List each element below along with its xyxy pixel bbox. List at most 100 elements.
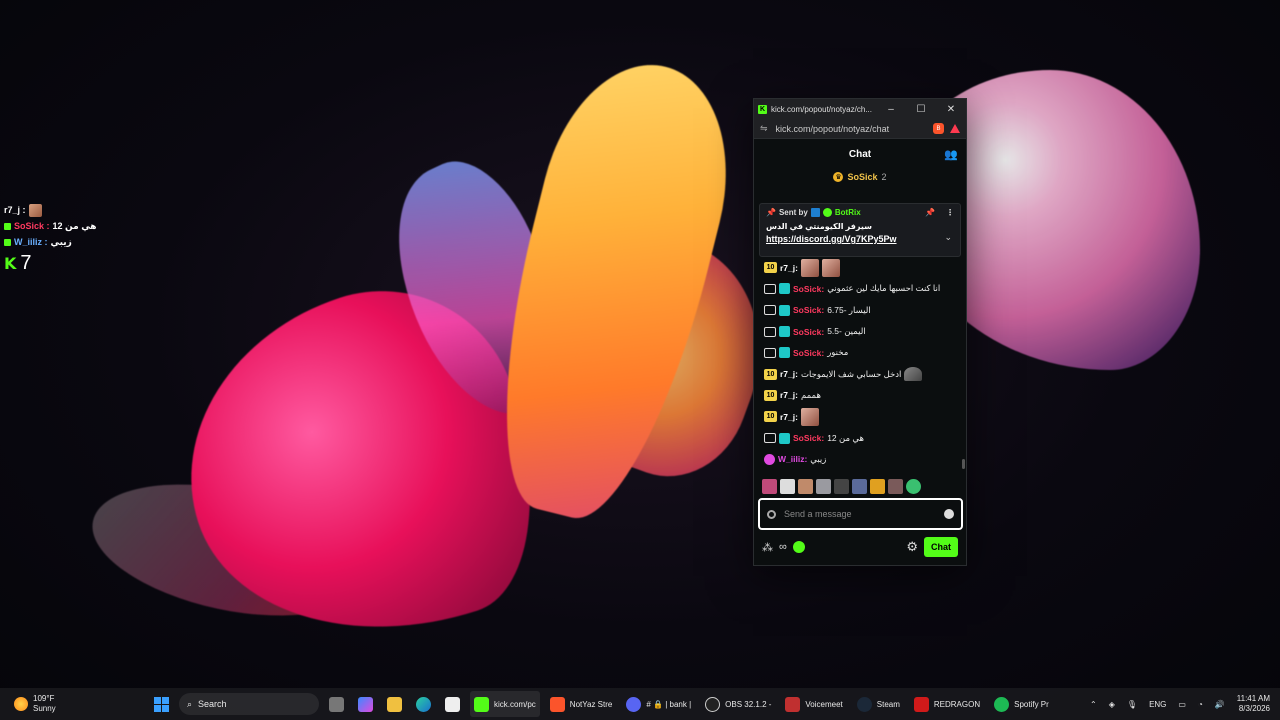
chat-header: Chat 👥 bbox=[754, 139, 966, 169]
address-bar[interactable]: ⇋ kick.com/popout/notyaz/chat B bbox=[754, 119, 966, 139]
emote-icon[interactable] bbox=[762, 479, 777, 494]
taskbar: 109°F Sunny ⌕ Search kick.com/pc NotYaz … bbox=[0, 688, 1280, 720]
message-input-box[interactable] bbox=[758, 498, 963, 530]
message-input[interactable] bbox=[784, 509, 944, 519]
send-chat-button[interactable]: Chat bbox=[924, 537, 958, 557]
chat-message[interactable]: 10 r7_j: bbox=[764, 257, 966, 278]
sub-badge-icon bbox=[779, 304, 790, 316]
voicemeeter-icon bbox=[785, 696, 801, 712]
taskbar-app-steam[interactable]: Steam bbox=[853, 691, 904, 717]
task-view-icon bbox=[329, 696, 344, 712]
emoji-icon[interactable] bbox=[944, 509, 954, 519]
kick-logo-icon: K bbox=[4, 254, 17, 273]
clock[interactable]: 11:41 AM 8/3/2026 bbox=[1237, 694, 1270, 715]
kick-icon bbox=[474, 696, 489, 712]
pinned-link[interactable]: https://discord.gg/Vg7KPy5Pw bbox=[766, 234, 954, 244]
chat-message[interactable]: 10 r7_j: ادخل حسابي شف الايموجات bbox=[764, 363, 966, 384]
maximize-button[interactable]: ☐ bbox=[906, 104, 936, 115]
chevron-down-icon[interactable]: ⌄ bbox=[944, 232, 952, 243]
more-options-icon[interactable]: ⋮ bbox=[946, 208, 954, 217]
emote-icon[interactable] bbox=[888, 479, 903, 494]
language-indicator[interactable]: ENG bbox=[1149, 700, 1166, 709]
windows-icon bbox=[154, 696, 169, 712]
chat-message[interactable]: SoSick: مخنور bbox=[764, 342, 966, 363]
chat-title: Chat bbox=[848, 148, 872, 160]
m365-icon bbox=[358, 696, 373, 712]
edge-icon bbox=[416, 696, 431, 712]
bot-badge-icon bbox=[810, 208, 820, 217]
tv-badge-icon bbox=[764, 326, 776, 337]
minimize-button[interactable]: – bbox=[876, 104, 906, 115]
bot-name[interactable]: BotRix bbox=[835, 208, 861, 217]
emote-icon[interactable] bbox=[780, 479, 795, 494]
taskbar-search[interactable]: ⌕ Search bbox=[179, 693, 319, 715]
chat-message[interactable]: SoSick: هي من 12 bbox=[764, 427, 966, 448]
volume-icon[interactable]: 🔊 bbox=[1215, 700, 1225, 709]
url-text[interactable]: kick.com/popout/notyaz/chat bbox=[776, 124, 933, 134]
top-gifter[interactable]: ♛ SoSick 2 bbox=[754, 169, 966, 185]
sub-badge-icon bbox=[764, 453, 775, 465]
network-icon[interactable]: ◈ bbox=[1109, 700, 1115, 709]
steam-icon bbox=[856, 696, 872, 712]
taskbar-app-redragon[interactable]: REDRAGON bbox=[910, 691, 984, 717]
emote-icon[interactable] bbox=[816, 479, 831, 494]
chat-scrollbar[interactable] bbox=[962, 459, 965, 469]
unpin-icon[interactable]: 📌 bbox=[925, 208, 935, 217]
emote-icon bbox=[904, 367, 923, 382]
emote-icon[interactable] bbox=[798, 479, 813, 494]
obs-icon bbox=[705, 696, 721, 712]
explorer-button[interactable] bbox=[383, 691, 406, 717]
chevron-up-icon[interactable]: ⌃ bbox=[1090, 700, 1097, 709]
chat-footer: ⁂ ∞ ⚙ Chat bbox=[754, 535, 966, 559]
taskbar-app-discord[interactable]: # 🔒 | bank | bbox=[622, 691, 695, 717]
start-button[interactable] bbox=[150, 691, 173, 717]
infinity-icon[interactable]: ∞ bbox=[779, 541, 787, 553]
sub-badge-icon bbox=[779, 432, 790, 444]
brave-rewards-icon[interactable] bbox=[950, 124, 960, 133]
sun-icon bbox=[14, 697, 28, 711]
emote-icon[interactable] bbox=[906, 479, 921, 494]
pinned-text: سيرفر الكيومنتي في الدس bbox=[766, 222, 872, 231]
emote-icon[interactable] bbox=[834, 479, 849, 494]
taskbar-app-voicemeeter[interactable]: Voicemeet bbox=[781, 691, 846, 717]
sub-badge-icon bbox=[779, 326, 790, 338]
window-titlebar[interactable]: K kick.com/popout/notyaz/ch... – ☐ ✕ bbox=[754, 99, 966, 119]
chat-message[interactable]: SoSick: انا كنت احسبها مايك لين عثموني bbox=[764, 278, 966, 299]
emote-icon bbox=[28, 203, 42, 217]
sub-badge-icon bbox=[779, 347, 790, 359]
search-icon: ⌕ bbox=[187, 698, 193, 709]
quick-emote-bar bbox=[762, 479, 921, 494]
task-view-button[interactable] bbox=[325, 691, 348, 717]
site-settings-icon[interactable]: ⇋ bbox=[760, 123, 768, 134]
weather-widget[interactable]: 109°F Sunny bbox=[0, 694, 150, 713]
chat-popout-window: K kick.com/popout/notyaz/ch... – ☐ ✕ ⇋ k… bbox=[753, 98, 967, 566]
m365-button[interactable] bbox=[354, 691, 377, 717]
display-icon[interactable]: ▭ bbox=[1178, 700, 1186, 709]
brave-shields-icon[interactable]: B bbox=[933, 123, 944, 134]
users-icon[interactable]: 👥 bbox=[944, 148, 958, 161]
tv-badge-icon bbox=[764, 305, 776, 316]
verified-icon bbox=[822, 208, 832, 217]
wifi-icon[interactable]: ◔ bbox=[1198, 700, 1203, 709]
edge-button[interactable] bbox=[412, 691, 435, 717]
tv-badge-icon bbox=[764, 433, 776, 444]
kick-emote-icon[interactable] bbox=[792, 541, 805, 553]
gear-icon[interactable]: ⚙ bbox=[906, 539, 918, 555]
taskbar-app-obs[interactable]: OBS 32.1.2 - bbox=[701, 691, 775, 717]
close-button[interactable]: ✕ bbox=[936, 104, 966, 115]
emote-icon[interactable] bbox=[870, 479, 885, 494]
chat-message[interactable]: 10 r7_j: bbox=[764, 406, 966, 427]
emote-icon[interactable] bbox=[852, 479, 867, 494]
chat-message[interactable]: 10 r7_j: هممم bbox=[764, 385, 966, 406]
mic-icon[interactable]: 🎙 bbox=[1127, 700, 1137, 709]
crown-icon: ♛ bbox=[833, 172, 844, 182]
store-button[interactable] bbox=[441, 691, 464, 717]
share-icon[interactable]: ⁂ bbox=[762, 541, 773, 554]
taskbar-app-brave[interactable]: NotYaz Stre bbox=[546, 691, 617, 717]
chat-message[interactable]: SoSick: اليسار -6.75 bbox=[764, 300, 966, 321]
chat-message[interactable]: W_iiliz: زيبي bbox=[764, 449, 966, 470]
tv-badge-icon bbox=[764, 283, 776, 294]
taskbar-app-kick[interactable]: kick.com/pc bbox=[470, 691, 540, 717]
chat-message[interactable]: SoSick: اليمين -5.5 bbox=[764, 321, 966, 342]
taskbar-app-spotify[interactable]: Spotify Pr bbox=[990, 691, 1053, 717]
